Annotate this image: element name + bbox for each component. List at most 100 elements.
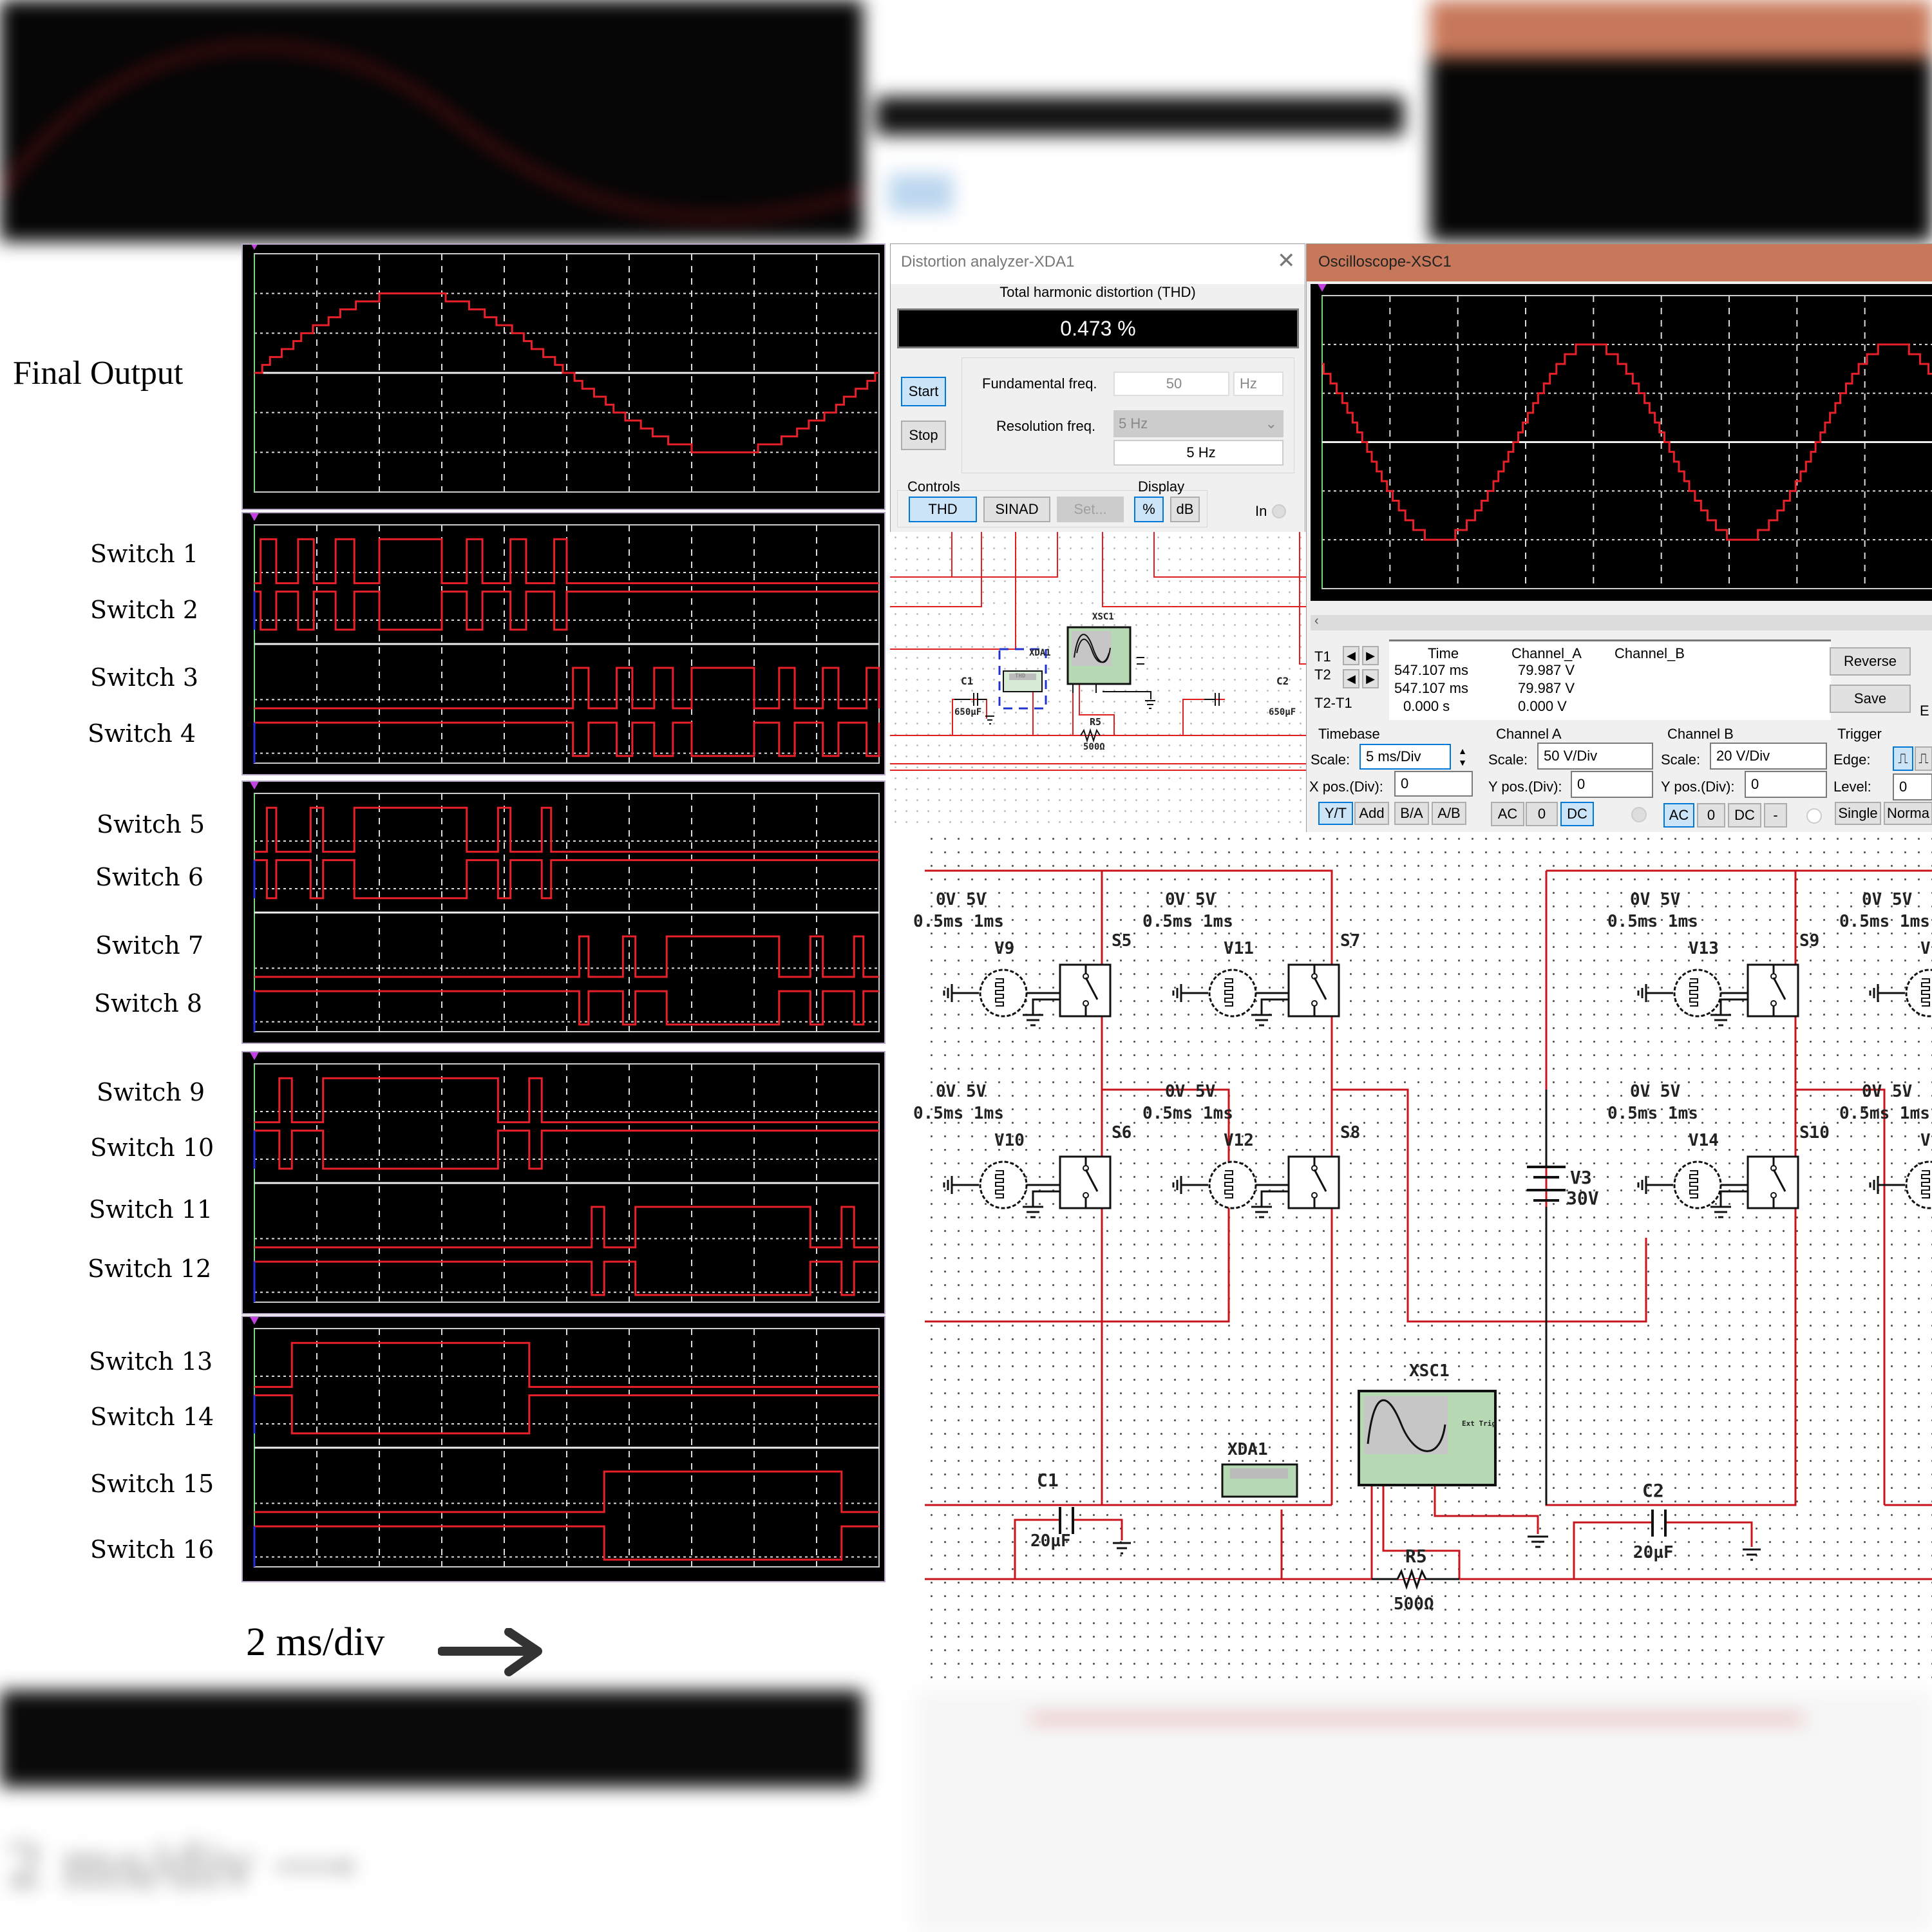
mode-add-button[interactable]: Add	[1354, 802, 1389, 825]
col-header-channel-a: Channel_A	[1511, 645, 1582, 661]
normal-button[interactable]: Norma	[1884, 802, 1932, 825]
timebase-spinner[interactable]: ▲ ▼	[1455, 745, 1470, 770]
mode-yt-button[interactable]: Y/T	[1318, 802, 1353, 825]
wire	[1795, 1088, 1886, 1505]
t1-channel-a: 79.987 V	[1518, 662, 1575, 678]
switch-label-14: Switch 14	[90, 1403, 214, 1431]
source-params-voltage: 0V 5V	[1630, 890, 1681, 909]
set-button[interactable]: Set...	[1057, 497, 1124, 522]
single-button[interactable]: Single	[1835, 802, 1881, 825]
stop-button[interactable]: Stop	[901, 421, 946, 450]
t2-t1-channel-a: 0.000 V	[1518, 698, 1567, 714]
start-button[interactable]: Start	[901, 377, 946, 406]
trigger-level-field[interactable]: 0	[1893, 773, 1932, 800]
ground-icon	[1251, 1190, 1289, 1218]
pulse-source-v11	[1172, 963, 1340, 1027]
reverse-button[interactable]: Reverse	[1830, 647, 1911, 676]
channel-a-ac-button[interactable]: AC	[1491, 802, 1524, 826]
ground-icon	[1023, 1190, 1060, 1218]
t1-right-arrow-icon[interactable]: ▶	[1362, 646, 1379, 665]
channel-a-zero-button[interactable]: 0	[1526, 802, 1558, 826]
t2-left-arrow-icon[interactable]: ◀	[1343, 669, 1359, 688]
rising-edge-icon[interactable]: ⎍	[1893, 746, 1913, 771]
pulse-source-v9	[943, 963, 1112, 1027]
channel-b-dc-button[interactable]: DC	[1728, 803, 1761, 828]
fundamental-freq-field[interactable]: 50	[1113, 372, 1229, 396]
sinad-button[interactable]: SINAD	[983, 497, 1050, 522]
switch-label-7: Switch 7	[95, 931, 204, 960]
mode-ba-button[interactable]: B/A	[1394, 802, 1429, 825]
xda-display	[1230, 1468, 1288, 1479]
source-params-timing: 0.5ms 1ms	[1839, 1104, 1930, 1123]
switch-trace-switch-2	[254, 591, 879, 631]
channel-a-terminal-icon[interactable]	[1631, 807, 1647, 822]
source-params-voltage: 0V 5V	[1165, 890, 1216, 909]
t2-t1-time: 0.000 s	[1403, 698, 1450, 714]
schematic-preview: XDA1 XSC1 C1 650µF C2 650µF R5 500Ω THD	[890, 532, 1307, 832]
controls-label: Controls	[907, 478, 960, 495]
source-params-timing: 0.5ms 1ms	[1607, 1104, 1698, 1123]
r5-label: R5	[1090, 716, 1102, 728]
channel-a-dc-button[interactable]: DC	[1560, 802, 1594, 826]
falling-edge-icon[interactable]: ⎍	[1915, 746, 1932, 771]
distortion-analyzer-window: Distortion analyzer-XDA1 ✕ Total harmoni…	[890, 243, 1305, 533]
grid	[249, 512, 880, 764]
pulse-source-v1	[1869, 969, 1932, 1018]
channel-a-ypos-field[interactable]: 0	[1571, 771, 1653, 798]
trigger-edge-label: Edge:	[1833, 752, 1871, 768]
grid	[1317, 283, 1932, 589]
ground-icon	[1528, 1535, 1548, 1548]
source-params-voltage: 0V 5V	[936, 1082, 987, 1101]
source-params-voltage: 0V 5V	[1862, 890, 1913, 909]
resolution-freq-select[interactable]: 5 Hz ⌄	[1113, 410, 1283, 437]
switch-label-16: Switch 16	[90, 1535, 214, 1564]
ground-icon	[1869, 984, 1905, 1002]
thd-button[interactable]: THD	[909, 497, 977, 522]
xpos-field[interactable]: 0	[1394, 771, 1473, 797]
c1-value: 650µF	[954, 707, 982, 717]
switch-label-4: Switch 4	[88, 719, 196, 748]
source-name: V11	[1224, 939, 1254, 958]
source-params-voltage: 0V 5V	[1862, 1082, 1913, 1101]
close-icon[interactable]: ✕	[1277, 248, 1296, 274]
ground-icon	[1251, 998, 1289, 1027]
channel-b-invert-button[interactable]: -	[1764, 803, 1787, 828]
scroll-left-icon[interactable]: ‹	[1314, 614, 1319, 629]
switch-trace-switch-1	[254, 538, 879, 585]
source-params-timing: 0.5ms 1ms	[1839, 912, 1930, 931]
pulse-source-icon	[1208, 969, 1257, 1018]
input-terminal-icon[interactable]	[1272, 504, 1286, 518]
t2-right-arrow-icon[interactable]: ▶	[1362, 669, 1379, 688]
ground-icon	[1637, 984, 1673, 1002]
channel-b-scale-field[interactable]: 20 V/Div	[1710, 743, 1827, 770]
channel-a-scale-field[interactable]: 50 V/Div	[1537, 743, 1653, 770]
r5-value: 500Ω	[1394, 1595, 1434, 1614]
source-name: V13	[1689, 939, 1719, 958]
xda1-label: XDA1	[1029, 648, 1051, 658]
channel-b-terminal-icon[interactable]	[1806, 808, 1822, 824]
save-button[interactable]: Save	[1830, 685, 1911, 713]
switch-panel-5-8	[242, 781, 886, 1044]
channel-b-ypos-field[interactable]: 0	[1745, 771, 1827, 798]
mode-ab-button[interactable]: A/B	[1432, 802, 1466, 825]
schematic-preview-wires	[890, 532, 1307, 771]
chevron-down-icon: ⌄	[1265, 415, 1277, 431]
final-output-plot	[249, 241, 880, 493]
timebase-group-label: Timebase	[1318, 726, 1380, 742]
schematic-wires	[925, 869, 1932, 1590]
percent-button[interactable]: %	[1134, 497, 1164, 522]
source-params-timing: 0.5ms 1ms	[1607, 912, 1698, 931]
source-name: V9	[994, 939, 1015, 958]
battery-name: V3	[1570, 1167, 1592, 1188]
channel-b-ac-button[interactable]: AC	[1663, 803, 1694, 828]
arrow-right-icon	[438, 1628, 542, 1676]
wire	[1073, 1519, 1123, 1540]
db-button[interactable]: dB	[1170, 497, 1200, 522]
resolution-freq-label: Resolution freq.	[996, 418, 1096, 434]
t1-left-arrow-icon[interactable]: ◀	[1343, 646, 1359, 665]
window-title: Distortion analyzer-XDA1	[901, 253, 1075, 270]
horizontal-scrollbar[interactable]: ‹	[1311, 614, 1932, 630]
channel-b-zero-button[interactable]: 0	[1697, 803, 1725, 828]
timebase-scale-field[interactable]: 5 ms/Div	[1359, 744, 1451, 770]
wire	[1434, 1486, 1539, 1534]
